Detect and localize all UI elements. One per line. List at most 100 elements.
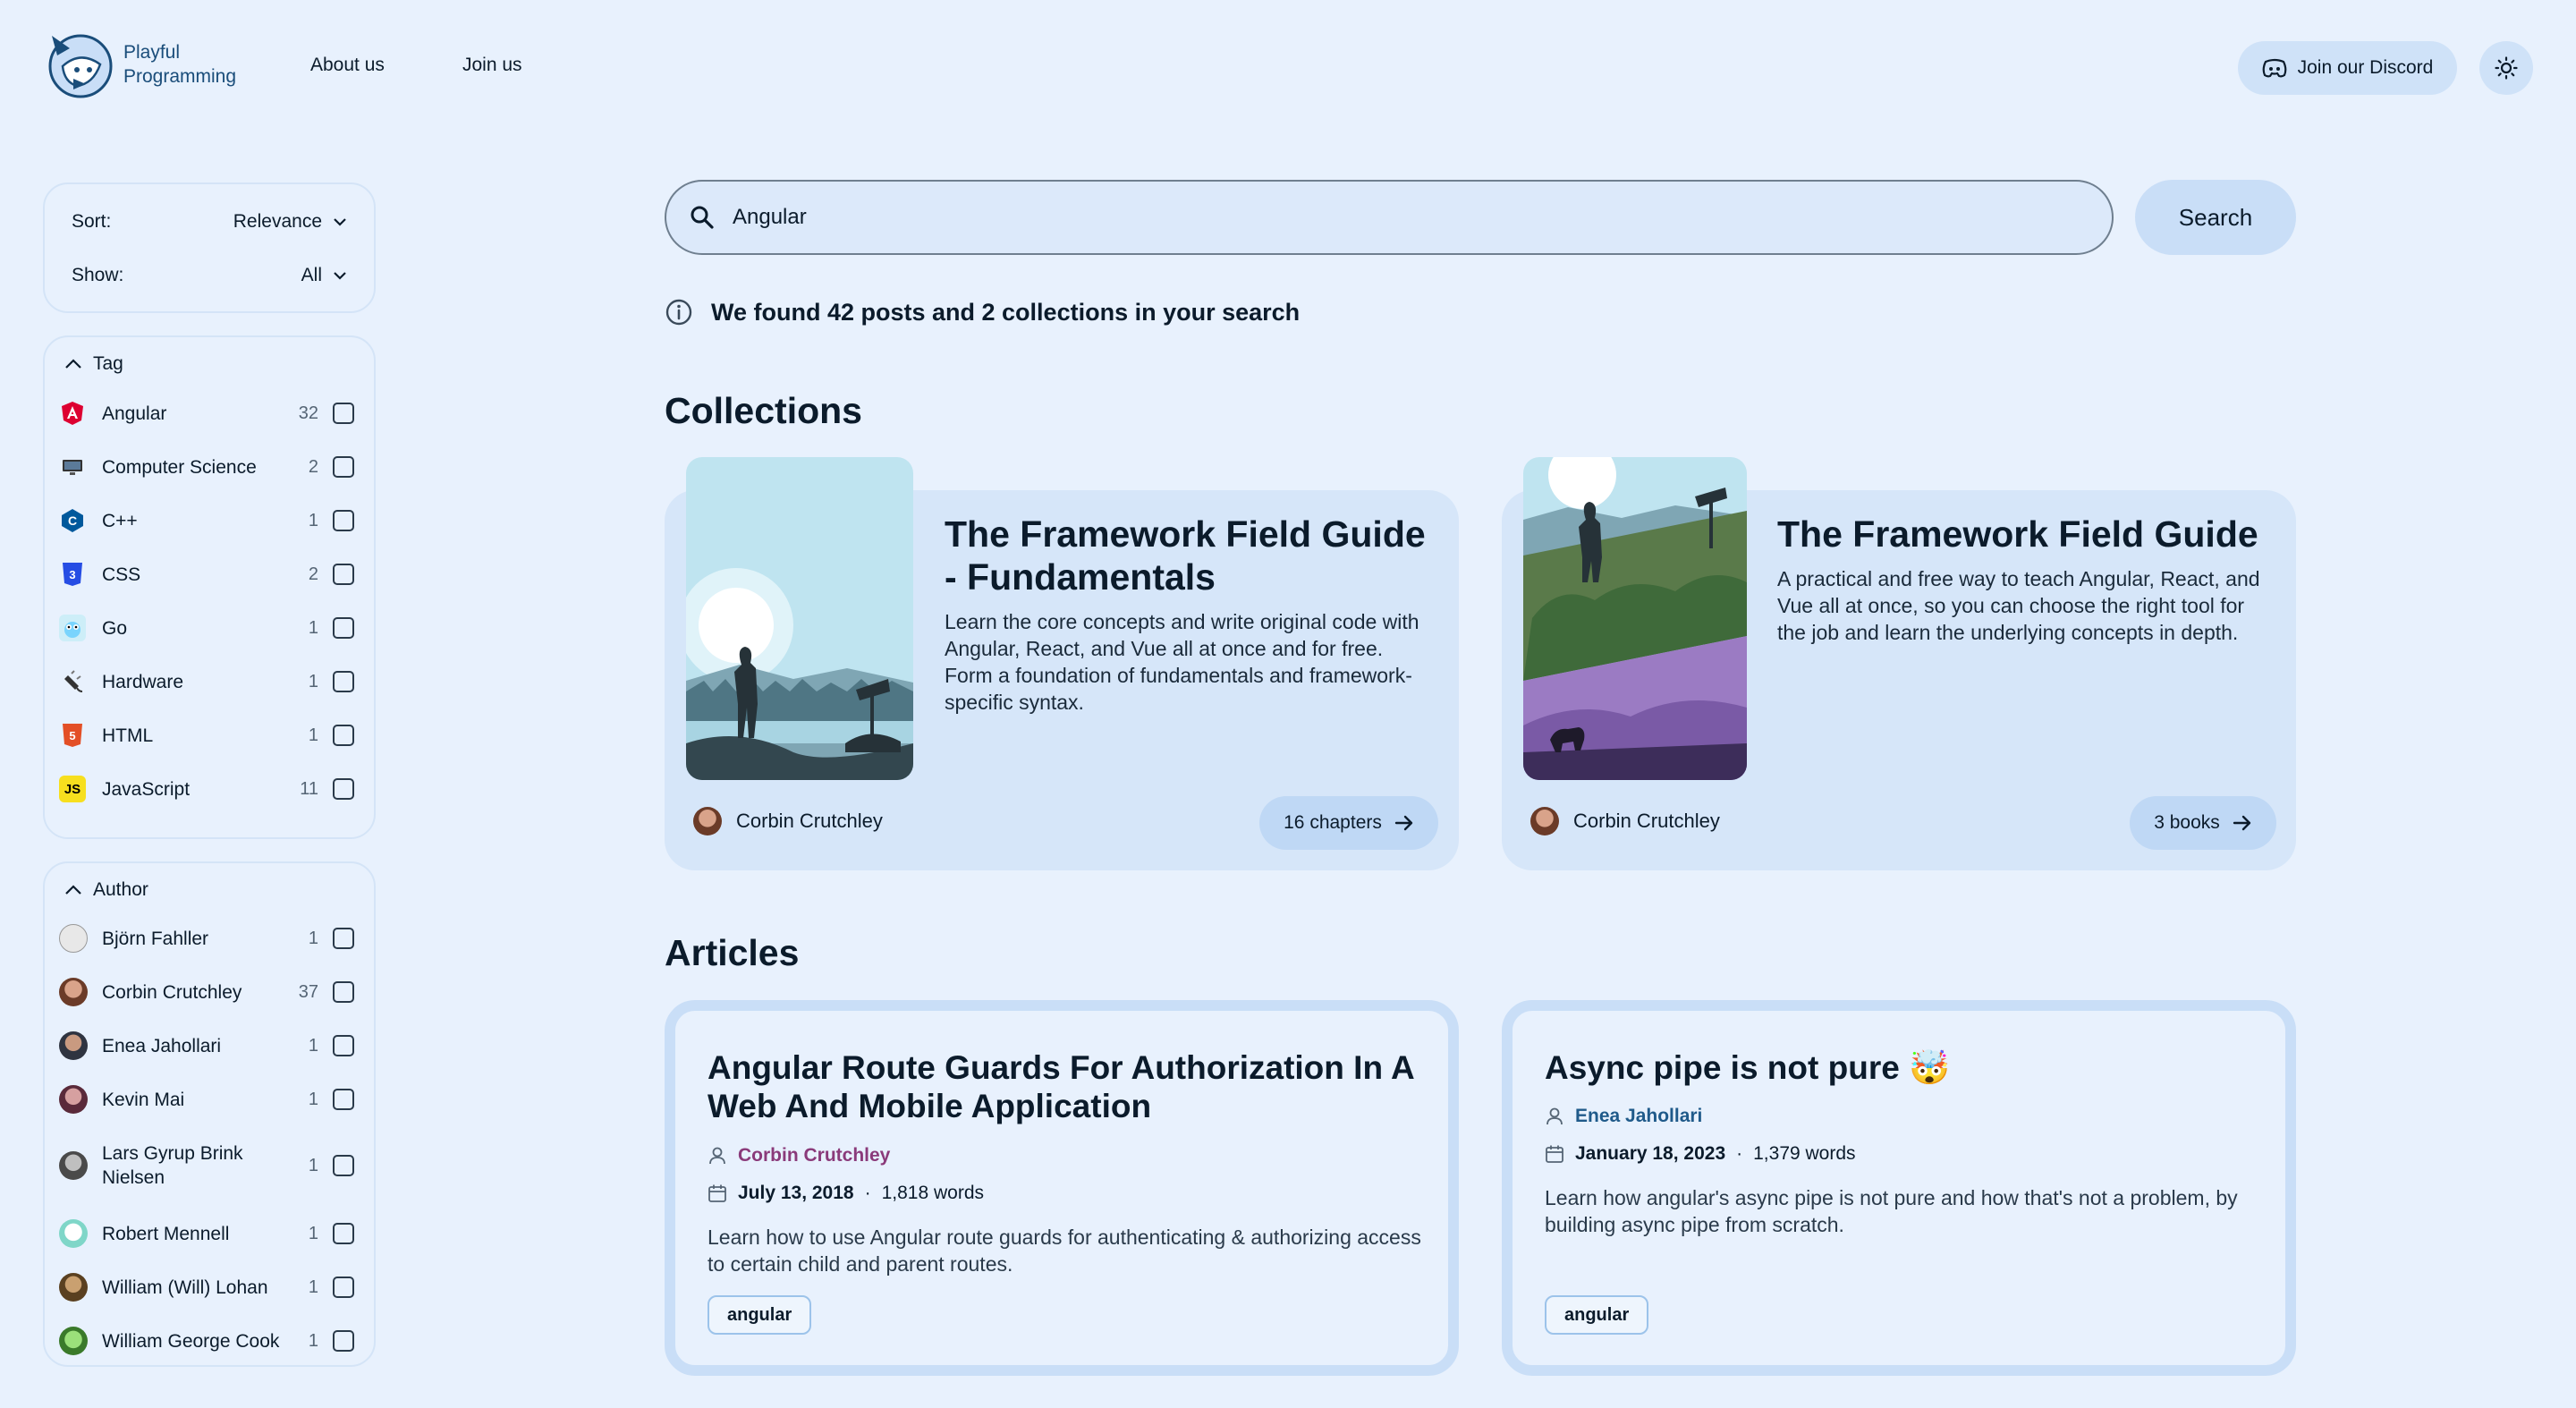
- author-label: William (Will) Lohan: [102, 1277, 268, 1298]
- author-checkbox[interactable]: [333, 1330, 354, 1352]
- site-logo[interactable]: Playful Programming: [47, 29, 236, 100]
- html-icon: 5: [59, 722, 86, 749]
- author-filter-enea-jahollari[interactable]: Enea Jahollari 1: [59, 1031, 354, 1060]
- article-author-row[interactable]: Enea Jahollari: [1545, 1106, 1702, 1127]
- svg-text:5: 5: [69, 729, 75, 742]
- author-label: Corbin Crutchley: [102, 981, 242, 1003]
- author-panel-toggle[interactable]: Author: [64, 879, 148, 901]
- show-value: All: [301, 265, 322, 285]
- tag-filter-go[interactable]: Go 1: [59, 615, 354, 641]
- tag-checkbox[interactable]: [333, 510, 354, 531]
- tag-count: 1: [308, 617, 318, 638]
- search-button[interactable]: Search: [2135, 180, 2296, 255]
- author-avatar: [59, 924, 88, 953]
- author-avatar: [59, 1031, 88, 1060]
- author-filter-william-lohan[interactable]: William (Will) Lohan 1: [59, 1273, 354, 1302]
- arrow-right-icon: [2233, 815, 2250, 831]
- css-icon: 3: [59, 561, 86, 588]
- go-gopher-icon: [59, 615, 86, 641]
- article-description: Learn how angular's async pipe is not pu…: [1545, 1186, 2238, 1236]
- nav-about-us[interactable]: About us: [310, 55, 385, 76]
- person-icon: [1546, 1107, 1563, 1125]
- author-filter-robert-mennell[interactable]: Robert Mennell 1: [59, 1219, 354, 1248]
- tag-filter-angular[interactable]: Angular 32: [59, 400, 354, 427]
- tag-checkbox[interactable]: [333, 778, 354, 800]
- collection-author[interactable]: Corbin Crutchley: [693, 807, 883, 835]
- tag-checkbox[interactable]: [333, 671, 354, 692]
- angular-icon: [59, 400, 86, 427]
- author-checkbox[interactable]: [333, 1223, 354, 1244]
- author-checkbox[interactable]: [333, 1035, 354, 1056]
- article-author[interactable]: Corbin Crutchley: [738, 1145, 890, 1166]
- author-count: 1: [308, 1223, 318, 1243]
- tag-checkbox[interactable]: [333, 617, 354, 639]
- collection-title[interactable]: The Framework Field Guide - Fundamentals: [945, 513, 1445, 598]
- collection-chapters-button[interactable]: 16 chapters: [1259, 796, 1438, 850]
- tag-label: Computer Science: [102, 456, 257, 478]
- svg-text:3: 3: [69, 568, 75, 581]
- collections-heading: Collections: [665, 390, 862, 431]
- article-tag[interactable]: angular: [1545, 1295, 1649, 1335]
- tag-checkbox[interactable]: [333, 403, 354, 424]
- show-row[interactable]: Show: All: [72, 258, 347, 293]
- svg-text:C: C: [68, 513, 77, 528]
- sun-icon: [2495, 56, 2518, 80]
- author-count: 1: [308, 1277, 318, 1297]
- author-filter-kevin-mai[interactable]: Kevin Mai 1: [59, 1085, 354, 1114]
- article-tag[interactable]: angular: [708, 1295, 812, 1335]
- author-filter-bjorn-fahller[interactable]: Björn Fahller 1: [59, 924, 354, 953]
- author-checkbox[interactable]: [333, 981, 354, 1003]
- search-field[interactable]: [665, 180, 2114, 255]
- tag-filter-cpp[interactable]: C C++ 1: [59, 507, 354, 534]
- theme-toggle-button[interactable]: [2479, 41, 2533, 95]
- collection-button-label: 3 books: [2154, 812, 2220, 833]
- tag-label: Hardware: [102, 671, 184, 692]
- tag-checkbox[interactable]: [333, 725, 354, 746]
- author-filter-lars-nielsen[interactable]: Lars Gyrup Brink Nielsen 1: [59, 1139, 354, 1192]
- author-filter-corbin-crutchley[interactable]: Corbin Crutchley 37: [59, 978, 354, 1006]
- arrow-right-icon: [1394, 815, 1413, 831]
- author-filter-william-cook[interactable]: William George Cook 1: [59, 1327, 354, 1355]
- author-checkbox[interactable]: [333, 1277, 354, 1298]
- tag-checkbox[interactable]: [333, 564, 354, 585]
- collection-author-name: Corbin Crutchley: [1573, 810, 1720, 832]
- tag-filter-javascript[interactable]: JS JavaScript 11: [59, 776, 354, 802]
- article-title[interactable]: Angular Route Guards For Authorization I…: [708, 1048, 1423, 1125]
- author-avatar: [59, 1085, 88, 1114]
- article-word-count: 1,818 words: [881, 1183, 985, 1203]
- collection-title[interactable]: The Framework Field Guide: [1777, 513, 2278, 556]
- tag-count: 1: [308, 725, 318, 745]
- author-checkbox[interactable]: [333, 928, 354, 949]
- collection-books-button[interactable]: 3 books: [2130, 796, 2276, 850]
- article-author[interactable]: Enea Jahollari: [1575, 1106, 1702, 1127]
- article-card[interactable]: Async pipe is not pure 🤯 Enea Jahollari …: [1502, 1000, 2296, 1376]
- author-checkbox[interactable]: [333, 1089, 354, 1110]
- article-meta-row: July 13, 2018 · 1,818 words: [708, 1183, 984, 1204]
- tag-count: 1: [308, 671, 318, 691]
- logo-line-2: Programming: [123, 66, 237, 87]
- author-checkbox[interactable]: [333, 1155, 354, 1176]
- tag-filter-css[interactable]: 3 CSS 2: [59, 561, 354, 588]
- article-author-row[interactable]: Corbin Crutchley: [708, 1145, 890, 1166]
- tag-filter-html[interactable]: 5 HTML 1: [59, 722, 354, 749]
- tag-filter-computer-science[interactable]: Computer Science 2: [59, 454, 354, 480]
- meta-separator: ·: [864, 1183, 871, 1203]
- nav-join-us[interactable]: Join us: [462, 55, 522, 76]
- show-select[interactable]: All: [301, 265, 347, 286]
- article-date: July 13, 2018: [738, 1183, 854, 1203]
- discord-icon: [2262, 58, 2286, 78]
- sort-row[interactable]: Sort: Relevance: [72, 204, 347, 240]
- sort-select[interactable]: Relevance: [233, 211, 347, 233]
- collection-author[interactable]: Corbin Crutchley: [1530, 807, 1720, 835]
- join-discord-button[interactable]: Join our Discord: [2238, 41, 2457, 95]
- article-card[interactable]: Angular Route Guards For Authorization I…: [665, 1000, 1459, 1376]
- collection-author-name: Corbin Crutchley: [736, 810, 883, 832]
- search-input[interactable]: [733, 205, 1985, 230]
- article-title[interactable]: Async pipe is not pure 🤯: [1545, 1048, 2260, 1087]
- tag-checkbox[interactable]: [333, 456, 354, 478]
- tag-panel-toggle[interactable]: Tag: [64, 353, 123, 375]
- meta-separator: ·: [1736, 1143, 1743, 1164]
- info-icon: [665, 299, 692, 326]
- tag-filter-hardware[interactable]: Hardware 1: [59, 668, 354, 695]
- author-label: Björn Fahller: [102, 928, 209, 949]
